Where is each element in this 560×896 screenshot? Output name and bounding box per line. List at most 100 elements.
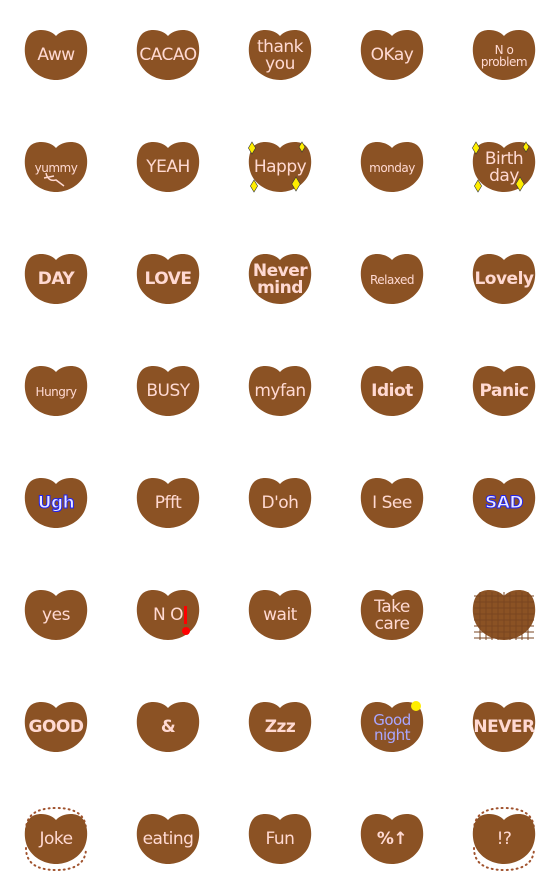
sticker-label-line: care — [374, 614, 410, 634]
sticker-25[interactable]: yes — [24, 588, 88, 642]
sticker-label-line: Idiot — [371, 381, 413, 402]
sticker-label-line: you — [265, 54, 295, 74]
sticker-label: Take care — [360, 592, 424, 640]
sticker-label-line: myfan — [254, 381, 306, 402]
sticker-label: NEVER — [472, 704, 536, 752]
sticker-label-line: Pfft — [154, 493, 182, 514]
sticker-16[interactable]: BUSY — [136, 364, 200, 418]
sticker-14[interactable]: Lovely — [472, 252, 536, 306]
sticker-label: LOVE — [136, 256, 200, 304]
sticker-2[interactable]: thank you — [248, 28, 312, 82]
sticker-label: GOOD — [24, 704, 88, 752]
sticker-label-line: mind — [257, 278, 303, 298]
sticker-label: Fun — [248, 816, 312, 864]
sticker-label-line: DAY — [37, 269, 75, 290]
sticker-34[interactable]: NEVER — [472, 700, 536, 754]
sticker-9[interactable]: Birth day — [472, 140, 536, 194]
sticker-37[interactable]: Fun — [248, 812, 312, 866]
sticker-label: Birth day — [472, 144, 536, 192]
sticker-label: Hungry — [24, 368, 88, 416]
sticker-8[interactable]: monday — [360, 140, 424, 194]
sticker-label: Lovely — [472, 256, 536, 304]
sticker-label: yummy — [24, 144, 88, 192]
sticker-label: YEAH — [136, 144, 200, 192]
sticker-10[interactable]: DAY — [24, 252, 88, 306]
sticker-label: N O — [136, 592, 200, 640]
sticker-18[interactable]: Idiot — [360, 364, 424, 418]
sticker-5[interactable]: yummy — [24, 140, 88, 194]
sticker-20[interactable]: Ugh — [24, 476, 88, 530]
sticker-label: SAD — [472, 480, 536, 528]
sticker-label-line: N O — [152, 605, 184, 626]
sticker-label-line: Zzz — [264, 717, 296, 738]
sticker-6[interactable]: YEAH — [136, 140, 200, 194]
sticker-1[interactable]: CACAO — [136, 28, 200, 82]
sticker-label-line: LOVE — [144, 269, 193, 290]
sticker-label: myfan — [248, 368, 312, 416]
sticker-11[interactable]: LOVE — [136, 252, 200, 306]
sticker-0[interactable]: Aww — [24, 28, 88, 82]
sticker-label-line: Lovely — [474, 269, 534, 290]
sticker-label-line: SAD — [484, 493, 524, 514]
sticker-label-line: wait — [263, 605, 297, 626]
sticker-label-line: night — [373, 726, 411, 744]
sticker-7[interactable]: Happy — [248, 140, 312, 194]
sticker-28[interactable]: Take care — [360, 588, 424, 642]
sticker-label-line: YEAH — [146, 157, 190, 178]
sticker-36[interactable]: eating — [136, 812, 200, 866]
sticker-label: BUSY — [136, 368, 200, 416]
sticker-label-line: NEVER — [473, 717, 535, 738]
sticker-label-line: CACAO — [139, 45, 197, 66]
sticker-label-line: yummy — [34, 160, 78, 175]
sticker-39[interactable]: !? — [472, 806, 536, 872]
sticker-label-line: Relaxed — [369, 272, 415, 287]
sticker-label-line: problem — [480, 55, 528, 69]
sticker-29[interactable] — [472, 588, 536, 642]
sticker-33[interactable]: Good night — [360, 700, 424, 754]
sticker-label: D'oh — [248, 480, 312, 528]
sticker-38[interactable]: %↑ — [360, 812, 424, 866]
sticker-21[interactable]: Pfft — [136, 476, 200, 530]
sticker-22[interactable]: D'oh — [248, 476, 312, 530]
sticker-15[interactable]: Hungry — [24, 364, 88, 418]
sticker-30[interactable]: GOOD — [24, 700, 88, 754]
sticker-label-line: Happy — [253, 157, 307, 178]
sticker-label-line: monday — [369, 160, 415, 175]
sticker-32[interactable]: Zzz — [248, 700, 312, 754]
sticker-label: Ugh — [24, 480, 88, 528]
sticker-label: thank you — [248, 32, 312, 80]
sticker-label: Zzz — [248, 704, 312, 752]
sticker-label: !? — [472, 816, 536, 864]
sticker-label-line: day — [489, 166, 519, 186]
sticker-label-line: Hungry — [35, 384, 77, 399]
sticker-12[interactable]: Never mind — [248, 252, 312, 306]
sticker-26[interactable]: N O — [136, 588, 200, 642]
sticker-35[interactable]: Joke — [24, 806, 88, 872]
sticker-17[interactable]: myfan — [248, 364, 312, 418]
sticker-3[interactable]: OKay — [360, 28, 424, 82]
sticker-label: N o problem — [472, 32, 536, 80]
sticker-label: Relaxed — [360, 256, 424, 304]
sticker-label — [472, 592, 536, 640]
sticker-label-line: eating — [142, 829, 194, 850]
sticker-23[interactable]: I See — [360, 476, 424, 530]
sticker-label-line: yes — [42, 605, 70, 626]
sticker-label: eating — [136, 816, 200, 864]
sticker-label: Pfft — [136, 480, 200, 528]
sticker-label-line: I See — [372, 493, 412, 514]
sticker-label: yes — [24, 592, 88, 640]
sticker-label-line: !? — [496, 829, 512, 850]
sticker-label-line: Ugh — [37, 493, 75, 514]
sticker-24[interactable]: SAD — [472, 476, 536, 530]
sticker-label-line: GOOD — [28, 717, 84, 738]
sticker-label: Happy — [248, 144, 312, 192]
sticker-4[interactable]: N o problem — [472, 28, 536, 82]
sticker-13[interactable]: Relaxed — [360, 252, 424, 306]
sticker-label-line: %↑ — [376, 829, 408, 850]
sticker-label: monday — [360, 144, 424, 192]
sticker-19[interactable]: Panic — [472, 364, 536, 418]
sticker-27[interactable]: wait — [248, 588, 312, 642]
sticker-31[interactable]: & — [136, 700, 200, 754]
sticker-label-line: Joke — [39, 829, 73, 850]
sticker-label: %↑ — [360, 816, 424, 864]
